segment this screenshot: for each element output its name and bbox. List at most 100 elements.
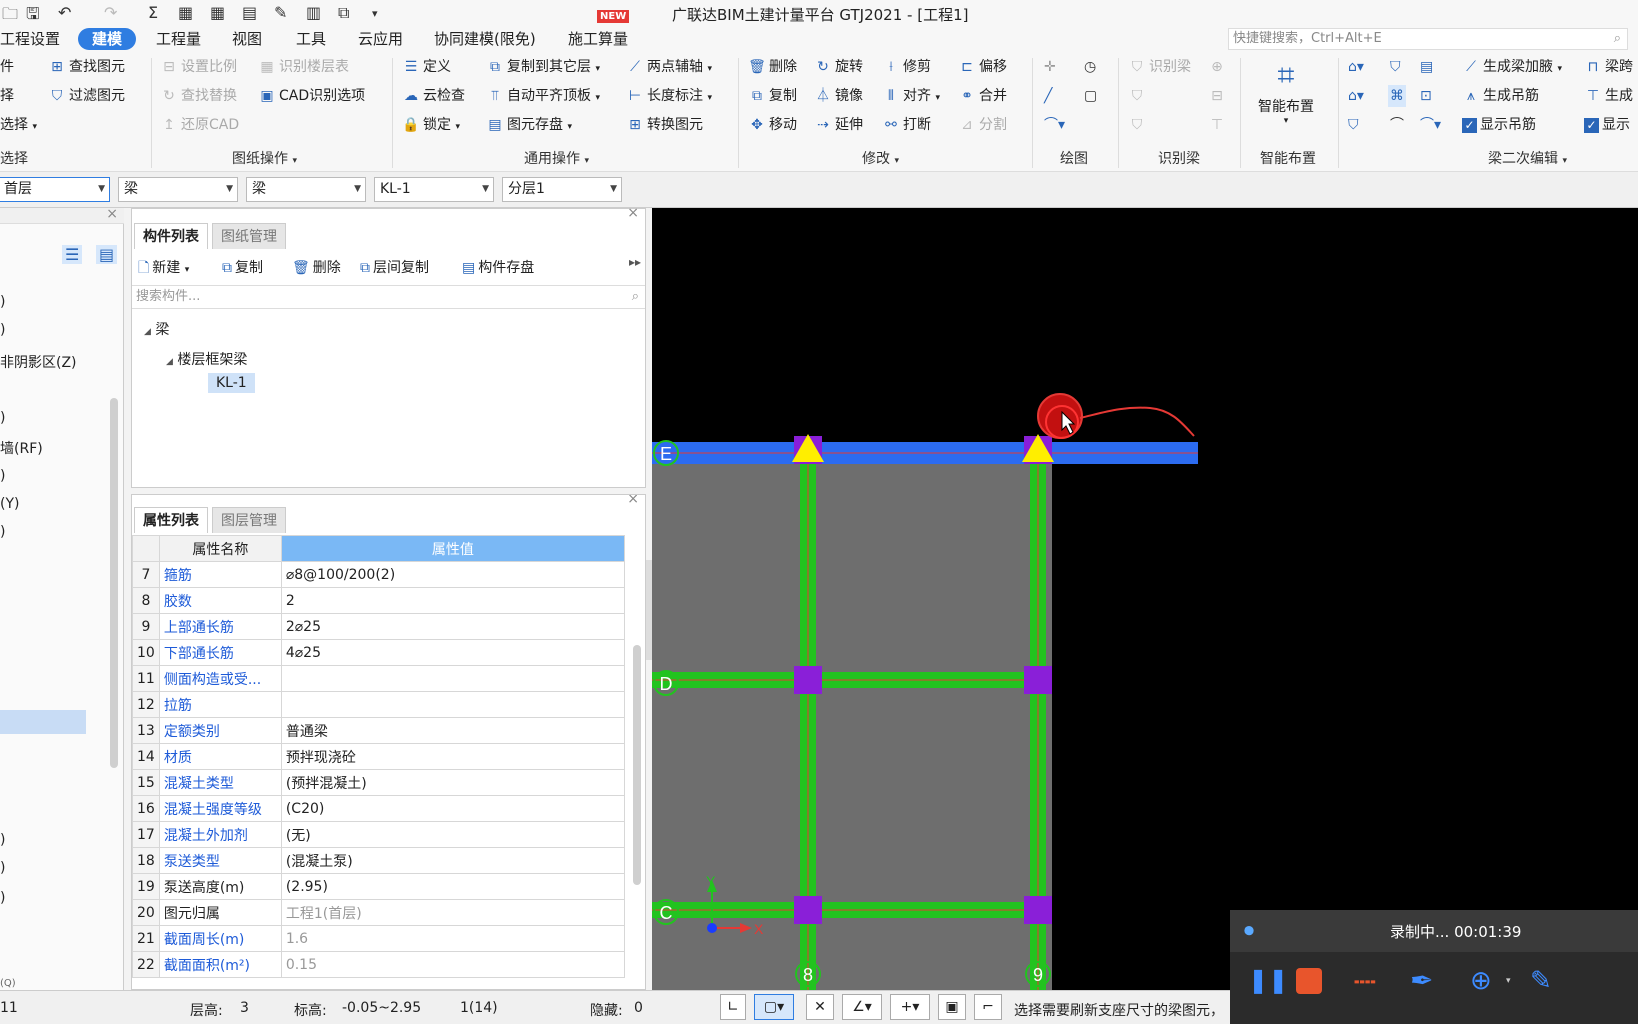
column[interactable] bbox=[794, 666, 822, 694]
beam-tool-5[interactable]: ⌘ bbox=[1388, 85, 1406, 107]
menu-tools[interactable]: 工具 bbox=[296, 28, 326, 50]
beam-tool-3[interactable]: ⛉ bbox=[1348, 114, 1359, 136]
export-icon[interactable]: ⧉ bbox=[338, 3, 349, 23]
angle-icon[interactable]: ∠▾ bbox=[842, 994, 882, 1020]
property-row[interactable]: 20 图元归属 工程1(首层) bbox=[132, 899, 626, 926]
beam-tool-9[interactable]: ⌒▾ bbox=[1420, 114, 1441, 136]
draw-line-button[interactable]: ╱ bbox=[1044, 85, 1052, 107]
floor-copy-button[interactable]: ⧉ 层间复制 bbox=[360, 257, 429, 277]
stop-icon[interactable] bbox=[1296, 968, 1322, 994]
align-button[interactable]: ⫴ 对齐 ▾ bbox=[882, 85, 940, 107]
trim-button[interactable]: ⟊ 修剪 bbox=[882, 56, 931, 78]
layer-select[interactable]: 分层1 ▼ bbox=[502, 177, 622, 202]
close-icon[interactable]: × bbox=[627, 495, 639, 507]
property-value[interactable]: 1.6 bbox=[280, 925, 626, 952]
pause-icon[interactable]: ❚❚ bbox=[1248, 966, 1288, 994]
drawing-canvas[interactable]: E D C 8 9 Y X bbox=[652, 208, 1638, 990]
recognize-floor-table-button[interactable]: ▦ 识别楼层表 bbox=[258, 56, 349, 78]
property-value[interactable]: 工程1(首层) bbox=[280, 899, 626, 926]
draw-rect-button[interactable]: ▢ bbox=[1084, 85, 1097, 107]
property-value[interactable]: 普通梁 bbox=[280, 717, 626, 744]
recognize-icon-3[interactable]: ⛉ bbox=[1128, 114, 1149, 136]
ribbon-select-3[interactable]: 选择 ▾ bbox=[0, 114, 37, 136]
property-value[interactable]: 2⌀25 bbox=[280, 613, 626, 640]
pen-tool-icon[interactable]: ✒ bbox=[1410, 964, 1433, 997]
table-icon[interactable]: ▦ bbox=[210, 3, 225, 22]
property-value[interactable]: 4⌀25 bbox=[280, 639, 626, 666]
cloud-check-button[interactable]: ☁ 云检查 bbox=[402, 85, 465, 107]
property-row[interactable]: 8 胶数 2 bbox=[132, 587, 626, 614]
auto-align-top-button[interactable]: ⫪ 自动平齐顶板 ▾ bbox=[486, 85, 600, 107]
generate-haunch-button[interactable]: ⟋ 生成梁加腋 ▾ bbox=[1462, 56, 1562, 78]
menu-modeling[interactable]: 建模 bbox=[78, 28, 137, 50]
recognize-icon-5[interactable]: ⊟ bbox=[1208, 85, 1229, 107]
merge-button[interactable]: ⚭ 合并 bbox=[958, 85, 1007, 107]
property-value[interactable]: (混凝土泵) bbox=[280, 847, 626, 874]
property-row[interactable]: 14 材质 预拌现浇砼 bbox=[132, 743, 626, 770]
type-select[interactable]: 梁 ▼ bbox=[246, 177, 366, 202]
more-icon[interactable]: ▸▸ bbox=[629, 255, 641, 269]
property-value[interactable]: (预拌混凝土) bbox=[280, 769, 626, 796]
generate-hanger-button[interactable]: ⩚ 生成吊筋 bbox=[1462, 85, 1539, 107]
property-row[interactable]: 15 混凝土类型 (预拌混凝土) bbox=[132, 769, 626, 796]
beam-span-button[interactable]: ⊓ 梁跨 bbox=[1584, 56, 1633, 78]
tab-drawing-management[interactable]: 图纸管理 bbox=[212, 223, 286, 249]
property-value[interactable]: (2.95) bbox=[280, 873, 626, 900]
beam-tool-6[interactable]: ⌒ bbox=[1390, 114, 1404, 136]
component-select[interactable]: KL-1 ▼ bbox=[374, 177, 494, 202]
nav-item[interactable]: ) bbox=[0, 890, 5, 906]
draw-arc-button[interactable]: ⌒▾ bbox=[1044, 114, 1065, 136]
curve-icon[interactable]: ⌐ bbox=[974, 994, 1002, 1020]
recognize-icon-2[interactable]: ⛉ bbox=[1128, 85, 1149, 107]
tree-node-leaf[interactable]: KL-1 bbox=[208, 373, 255, 393]
restore-cad-button[interactable]: ↥ 还原CAD bbox=[160, 114, 239, 136]
grid-icon[interactable]: ▦ bbox=[178, 3, 193, 22]
draw-point-button[interactable]: ✛ bbox=[1044, 56, 1056, 78]
display-icon[interactable]: ▣ bbox=[938, 994, 966, 1020]
length-dimension-button[interactable]: ⊢ 长度标注 ▾ bbox=[626, 85, 712, 107]
lock-button[interactable]: 🔒 锁定 ▾ bbox=[402, 114, 460, 136]
tab-property-list[interactable]: 属性列表 bbox=[134, 507, 208, 533]
menu-project-settings[interactable]: 工程设置 bbox=[0, 28, 60, 50]
define-button[interactable]: ☰ 定义 bbox=[402, 56, 451, 78]
line-tool-icon[interactable]: ╍╍ bbox=[1354, 972, 1376, 993]
component-search-input[interactable]: 搜索构件... ⌕ bbox=[132, 285, 645, 309]
new-component-button[interactable]: 🗋 新建 ▾ bbox=[138, 257, 189, 281]
property-row[interactable]: 22 截面面积(m²) 0.15 bbox=[132, 951, 626, 978]
ribbon-select-1[interactable]: 件 bbox=[0, 56, 14, 78]
tab-component-list[interactable]: 构件列表 bbox=[134, 223, 208, 249]
beam-tool-8[interactable]: ⊡ bbox=[1420, 85, 1432, 107]
property-row[interactable]: 10 下部通长筋 4⌀25 bbox=[132, 639, 626, 666]
column[interactable] bbox=[1024, 896, 1052, 924]
snap-icon[interactable]: ▢▾ bbox=[754, 994, 794, 1020]
split-button[interactable]: ⊿ 分割 bbox=[958, 114, 1007, 136]
close-icon[interactable]: × bbox=[627, 205, 639, 221]
find-element-button[interactable]: ⊞ 查找图元 bbox=[48, 56, 125, 78]
pencil-icon[interactable]: ✎ bbox=[1530, 966, 1552, 996]
undo-icon[interactable]: ↶ bbox=[58, 3, 71, 22]
beam-tool-7[interactable]: ▤ bbox=[1420, 56, 1433, 78]
chevron-down-icon[interactable]: ▾ bbox=[1506, 976, 1511, 986]
property-row[interactable]: 18 泵送类型 (混凝土泵) bbox=[132, 847, 626, 874]
recognize-icon-6[interactable]: ⊤ bbox=[1208, 114, 1229, 136]
list-view-icon[interactable]: ☰ bbox=[62, 245, 83, 264]
show-checkbox[interactable]: ✓ 显示 bbox=[1584, 114, 1630, 136]
offset-input-icon[interactable]: +▾ bbox=[890, 994, 930, 1020]
beam-tool-1[interactable]: ⌂▾ bbox=[1348, 56, 1364, 78]
move-button[interactable]: ✥ 移动 bbox=[748, 114, 797, 136]
property-row[interactable]: 19 泵送高度(m) (2.95) bbox=[132, 873, 626, 900]
close-icon[interactable]: × bbox=[106, 206, 118, 222]
property-value[interactable] bbox=[280, 665, 626, 692]
property-row[interactable]: 13 定额类别 普通梁 bbox=[132, 717, 626, 744]
ribbon-select-2[interactable]: 择 bbox=[0, 85, 14, 107]
extend-button[interactable]: ⇢ 延伸 bbox=[814, 114, 863, 136]
category-select[interactable]: 梁 ▼ bbox=[118, 177, 238, 202]
scrollbar[interactable] bbox=[633, 645, 641, 885]
save-component-button[interactable]: ▤ 构件存盘 bbox=[462, 257, 534, 277]
nav-item[interactable]: (Y) bbox=[0, 496, 19, 512]
layout-icon[interactable]: ▤ bbox=[242, 3, 257, 22]
offset-button[interactable]: ⊏ 偏移 bbox=[958, 56, 1007, 78]
floor-select[interactable]: 首层 ▼ bbox=[0, 177, 110, 202]
beam-tool-4[interactable]: ⛉ bbox=[1390, 56, 1401, 78]
nav-item[interactable]: ) bbox=[0, 860, 5, 876]
